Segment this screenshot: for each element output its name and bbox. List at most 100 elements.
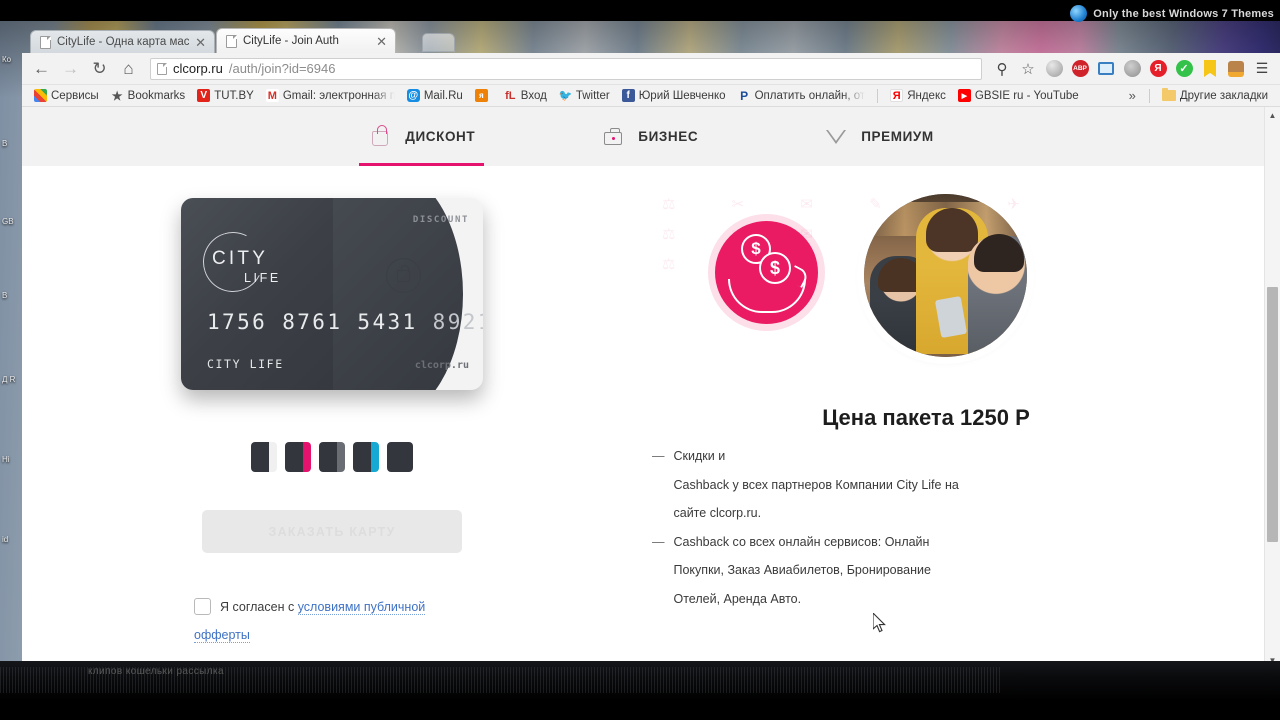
youtube-icon: ▶ xyxy=(957,89,971,102)
new-tab-button[interactable] xyxy=(422,33,455,52)
tab-label: ДИСКОНТ xyxy=(405,129,476,144)
info-column: ⚖ ✂ ✉ ✎ ☂ ✈ ⚖ ✂ ✉ ✎ ☂ ✈ ⚖ ✂ ✉ ✎ ☂ ✈ $ $ … xyxy=(642,188,1280,668)
benefits-list: — Скидки и Cashback у всех партнеров Ком… xyxy=(652,442,1280,614)
zoom-out-icon[interactable]: ⚲ xyxy=(990,57,1014,81)
extension-globe-icon[interactable] xyxy=(1042,57,1066,81)
benefit-line: Cashback со всех онлайн сервисов: Онлайн xyxy=(673,534,930,549)
flag-bookmark-icon[interactable] xyxy=(1198,57,1222,81)
livejournal-icon: fL xyxy=(505,89,516,102)
cat-extension-icon[interactable] xyxy=(1224,57,1248,81)
windows-taskbar: клипов кошельки рассылка xyxy=(0,661,1280,701)
swatch-white[interactable] xyxy=(251,442,277,472)
card-footer-url: clcorp.ru xyxy=(414,360,469,371)
tab-discount[interactable]: ДИСКОНТ xyxy=(348,107,495,166)
theme-watermark: Only the best Windows 7 Themes xyxy=(1070,5,1274,22)
tab-label: БИЗНЕС xyxy=(638,129,699,144)
gmail-icon: M xyxy=(265,89,279,102)
bookmark-twitter[interactable]: 🐦 Twitter xyxy=(553,87,616,105)
bookmark-odnoklassniki[interactable]: я xyxy=(469,87,498,105)
swatch-gray[interactable] xyxy=(319,442,345,472)
bookmark-livejournal[interactable]: fL Вход xyxy=(498,87,553,105)
hand-with-coins-icon: $ $ xyxy=(715,221,818,324)
reload-button[interactable]: ↻ xyxy=(86,56,113,82)
bookmark-label: TUT.BY xyxy=(214,89,254,102)
bookmark-facebook[interactable]: f Юрий Шевченко xyxy=(616,87,732,105)
browser-toolbar: ← → ↻ ⌂ clcorp.ru/auth/join?id=6946 ⚲ ☆ … xyxy=(22,53,1280,85)
tab-title: CityLife - Join Auth xyxy=(243,35,339,47)
twitter-icon: 🐦 xyxy=(558,90,573,102)
scrollbar-thumb[interactable] xyxy=(1267,287,1278,542)
bookmark-paypal[interactable]: P Оплатить онлайн, от xyxy=(732,87,872,105)
scroll-up-arrow[interactable]: ▲ xyxy=(1265,107,1280,123)
tutby-icon: V xyxy=(197,89,211,102)
tab-title: CityLife - Одна карта мас xyxy=(57,36,190,48)
tab-label: ПРЕМИУМ xyxy=(861,129,934,144)
chrome-menu-icon[interactable]: ☰ xyxy=(1250,57,1274,81)
address-bar[interactable]: clcorp.ru/auth/join?id=6946 xyxy=(150,57,982,80)
card-color-swatches xyxy=(22,442,642,472)
bookmark-gmail[interactable]: M Gmail: электронная п xyxy=(260,87,401,105)
bookmark-bookmarks[interactable]: ★ Bookmarks xyxy=(105,87,192,105)
forward-button[interactable]: → xyxy=(57,56,84,82)
page-content: CITY LIFE DISCOUNT 1756 8761 5431 8921 C… xyxy=(22,166,1280,668)
discount-card[interactable]: CITY LIFE DISCOUNT 1756 8761 5431 8921 C… xyxy=(181,198,483,390)
yandex-icon[interactable]: Я xyxy=(1146,57,1170,81)
tab-close-icon[interactable]: ✕ xyxy=(195,36,206,49)
bookmark-separator xyxy=(1148,88,1150,103)
bookmark-label: Вход xyxy=(520,89,547,102)
shopping-bag-icon xyxy=(368,124,392,149)
star-icon: ★ xyxy=(111,88,123,103)
bookmark-mailru[interactable]: @ Mail.Ru xyxy=(401,87,469,105)
bookmark-label: Яндекс xyxy=(907,89,946,102)
chrome-browser-window: CityLife - Одна карта мас ✕ CityLife - J… xyxy=(22,24,1280,668)
page-scrollbar[interactable]: ▲ ▼ xyxy=(1264,107,1280,668)
watermark-text: Only the best Windows 7 Themes xyxy=(1093,7,1274,20)
people-shopping-photo xyxy=(864,194,1027,357)
price-title: Цена пакета 1250 Р xyxy=(822,405,1030,430)
swatch-pink[interactable] xyxy=(285,442,311,472)
benefit-item: — Cashback со всех онлайн сервисов: Онла… xyxy=(652,528,1280,614)
bookmark-tutby[interactable]: V TUT.BY xyxy=(191,87,260,105)
bookmark-separator xyxy=(877,88,879,103)
card-preview: CITY LIFE DISCOUNT 1756 8761 5431 8921 C… xyxy=(181,198,483,390)
bookmarks-overflow-button[interactable]: » xyxy=(1122,88,1143,103)
back-button[interactable]: ← xyxy=(28,56,55,82)
swatch-black[interactable] xyxy=(387,442,413,472)
bookmark-youtube[interactable]: ▶ GBSIE ru - YouTube xyxy=(952,87,1085,105)
card-footer-brand: CITY LIFE xyxy=(207,357,284,371)
tab-business[interactable]: БИЗНЕС xyxy=(581,107,718,166)
bookmark-label: Gmail: электронная п xyxy=(282,89,395,102)
card-logo: CITY LIFE xyxy=(195,224,299,300)
home-button[interactable]: ⌂ xyxy=(115,56,142,82)
bookmark-yandex[interactable]: Я Яндекс xyxy=(884,87,952,105)
tab-premium[interactable]: ПРЕМИУМ xyxy=(804,107,954,166)
order-card-button[interactable]: ЗАКАЗАТЬ КАРТУ xyxy=(202,510,462,553)
bookmark-apps[interactable]: Сервисы xyxy=(28,87,105,105)
agreement-checkbox[interactable] xyxy=(194,598,211,615)
adblock-icon[interactable]: ABP xyxy=(1068,57,1092,81)
check-green-icon[interactable]: ✓ xyxy=(1172,57,1196,81)
page-info-icon[interactable] xyxy=(157,62,167,75)
benefit-line: Отелей, Аренда Авто. xyxy=(673,591,802,606)
page-viewport: ДИСКОНТ БИЗНЕС ПРЕМИУМ CITY LIFE DISCOUN… xyxy=(22,107,1280,668)
diamond-icon xyxy=(824,125,848,149)
card-number-masked: 8921 xyxy=(432,310,483,334)
benefit-line: Cashback у всех партнеров Компании City … xyxy=(673,477,959,492)
swatch-cyan[interactable] xyxy=(353,442,379,472)
video-reel-icon[interactable] xyxy=(1120,57,1144,81)
benefit-line: Скидки и xyxy=(673,449,726,463)
bookmarks-bar: Сервисы ★ Bookmarks V TUT.BY M Gmail: эл… xyxy=(22,85,1280,107)
other-bookmarks-label: Другие закладки xyxy=(1179,89,1268,102)
tab-close-icon[interactable]: ✕ xyxy=(376,35,387,48)
screencast-icon[interactable] xyxy=(1094,57,1118,81)
bookmark-label: Сервисы xyxy=(51,89,99,102)
apps-grid-icon xyxy=(34,89,47,102)
yandex-icon: Я xyxy=(890,89,904,102)
bookmark-star-icon[interactable]: ☆ xyxy=(1016,57,1040,81)
paypal-icon: P xyxy=(740,88,749,103)
browser-tab-2[interactable]: CityLife - Join Auth ✕ xyxy=(216,28,396,53)
hero-images: ⚖ ✂ ✉ ✎ ☂ ✈ ⚖ ✂ ✉ ✎ ☂ ✈ ⚖ ✂ ✉ ✎ ☂ ✈ $ $ xyxy=(662,190,1280,372)
browser-tab-1[interactable]: CityLife - Одна карта мас ✕ xyxy=(30,30,215,53)
facebook-icon: f xyxy=(621,89,635,102)
other-bookmarks-folder[interactable]: Другие закладки xyxy=(1156,87,1274,105)
